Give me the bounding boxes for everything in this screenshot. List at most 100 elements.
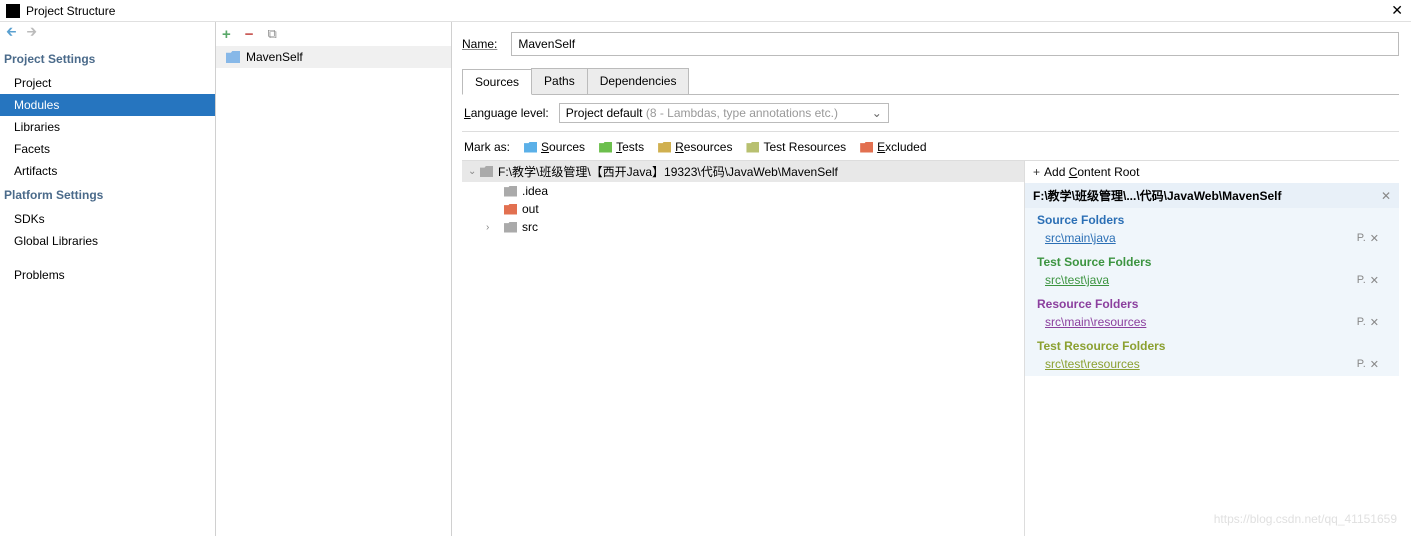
sidebar-toolbar: 🡰 🡲 (0, 22, 215, 46)
collapse-icon[interactable]: ⌄ (468, 166, 480, 177)
folder-section-header: Test Resource Folders (1033, 337, 1391, 355)
module-item-label: MavenSelf (246, 50, 303, 64)
module-name-input[interactable] (511, 32, 1399, 56)
language-level-row: Language level: Project default (8 - Lam… (462, 95, 1399, 132)
folder-section: Resource Folders src\main\resources P. ✕ (1025, 292, 1399, 334)
tree-item-label: src (522, 220, 538, 234)
content-root-row[interactable]: F:\教学\班级管理\...\代码\JavaWeb\MavenSelf ✕ (1025, 183, 1399, 208)
sidebar-item-modules[interactable]: Modules (0, 94, 215, 116)
remove-root-icon[interactable]: ✕ (1381, 189, 1391, 203)
folder-section: Source Folderssrc\main\javaP.✕ (1025, 208, 1399, 250)
mark-resources[interactable]: Resources (658, 140, 732, 154)
plus-icon: + (1033, 165, 1040, 179)
tree-row-src[interactable]: › src (462, 218, 1024, 236)
excluded-icon (860, 142, 873, 153)
folder-icon (504, 186, 517, 197)
tree-root-label: F:\教学\班级管理\【西开Java】19323\代码\JavaWeb\Mave… (498, 163, 838, 180)
name-label: Name: (462, 37, 497, 51)
folder-section: Test Resource Folders src\test\resources P… (1025, 334, 1399, 376)
forward-icon: 🡲 (27, 23, 38, 45)
lang-hint: (8 - Lambdas, type annotations etc.) (646, 106, 838, 120)
chevron-down-icon: ⌄ (872, 106, 882, 120)
tree-item-label: out (522, 202, 539, 216)
add-module-icon[interactable]: + (222, 26, 231, 43)
edit-properties-icon[interactable]: P. (1357, 358, 1366, 371)
edit-properties-icon[interactable]: P. (1357, 232, 1366, 245)
lang-value: Project default (566, 106, 643, 120)
folder-path-label: src\test\resources (1045, 357, 1140, 371)
tree-root-row[interactable]: ⌄ F:\教学\班级管理\【西开Java】19323\代码\JavaWeb\Ma… (462, 161, 1024, 182)
tree-row-out[interactable]: out (462, 200, 1024, 218)
language-level-label: Language level: (464, 106, 549, 120)
folder-section-header: Resource Folders (1033, 295, 1391, 313)
section-header-project: Project Settings (0, 46, 215, 72)
resources-icon (658, 142, 671, 153)
test-resources-icon (746, 142, 759, 153)
remove-folder-icon[interactable]: ✕ (1370, 316, 1379, 329)
folder-path-row[interactable]: src\main\resources P. ✕ (1033, 313, 1391, 331)
edit-properties-icon[interactable]: P. (1357, 274, 1366, 287)
detail-tabs: Sources Paths Dependencies (462, 68, 1399, 95)
sidebar-item-artifacts[interactable]: Artifacts (0, 160, 215, 182)
main-layout: 🡰 🡲 Project Settings Project Modules Lib… (0, 22, 1411, 536)
edit-properties-icon[interactable]: P. (1357, 316, 1366, 329)
folder-path-actions: P. ✕ (1357, 232, 1379, 245)
remove-module-icon[interactable]: − (245, 26, 254, 43)
folder-path-actions: P. ✕ (1357, 358, 1379, 371)
sidebar-item-problems[interactable]: Problems (0, 264, 215, 286)
sources-body: ⌄ F:\教学\班级管理\【西开Java】19323\代码\JavaWeb\Ma… (462, 161, 1399, 536)
folder-path-row[interactable]: src\test\resources P. ✕ (1033, 355, 1391, 373)
mark-as-row: Mark as: Sources Tests Resources Test Re… (462, 132, 1399, 161)
sidebar-item-project[interactable]: Project (0, 72, 215, 94)
folder-icon (504, 222, 517, 233)
mark-as-label: Mark as: (464, 140, 510, 154)
settings-sidebar: 🡰 🡲 Project Settings Project Modules Lib… (0, 22, 216, 536)
tree-row-idea[interactable]: .idea (462, 182, 1024, 200)
folder-path-label: src\test\java (1045, 273, 1109, 287)
tests-icon (599, 142, 612, 153)
folder-path-row[interactable]: src\test\java P. ✕ (1033, 271, 1391, 289)
remove-folder-icon[interactable]: ✕ (1370, 274, 1379, 287)
folder-path-row[interactable]: src\main\javaP.✕ (1033, 229, 1391, 247)
tree-item-label: .idea (522, 184, 548, 198)
expand-icon[interactable]: › (486, 222, 498, 233)
mark-excluded[interactable]: Excluded (860, 140, 926, 154)
remove-folder-icon[interactable]: ✕ (1370, 358, 1379, 371)
module-item-mavenself[interactable]: MavenSelf (216, 46, 451, 68)
name-row: Name: (462, 32, 1399, 56)
mark-test-resources[interactable]: Test Resources (746, 140, 846, 154)
sidebar-item-sdks[interactable]: SDKs (0, 208, 215, 230)
folder-sections: Source Folderssrc\main\javaP.✕Test Sourc… (1025, 208, 1399, 376)
content-root-path: F:\教学\班级管理\...\代码\JavaWeb\MavenSelf (1033, 187, 1282, 204)
sidebar-item-libraries[interactable]: Libraries (0, 116, 215, 138)
module-list-panel: + − ⧉ MavenSelf (216, 22, 452, 536)
folder-icon (480, 166, 493, 177)
tab-sources[interactable]: Sources (462, 69, 532, 95)
folder-path-actions: P. ✕ (1357, 316, 1379, 329)
folder-section-header: Test Source Folders (1033, 253, 1391, 271)
source-tree: ⌄ F:\教学\班级管理\【西开Java】19323\代码\JavaWeb\Ma… (462, 161, 1024, 536)
mark-sources[interactable]: Sources (524, 140, 585, 154)
mark-tests[interactable]: Tests (599, 140, 644, 154)
folder-section-header: Source Folders (1033, 211, 1391, 229)
remove-folder-icon[interactable]: ✕ (1370, 232, 1379, 245)
tab-dependencies[interactable]: Dependencies (587, 68, 690, 94)
folder-icon (504, 204, 517, 215)
window-titlebar: Project Structure ✕ (0, 0, 1411, 22)
sidebar-item-global-libs[interactable]: Global Libraries (0, 230, 215, 252)
module-detail-panel: Name: Sources Paths Dependencies Languag… (452, 22, 1411, 536)
section-header-platform: Platform Settings (0, 182, 215, 208)
close-icon[interactable]: ✕ (1391, 2, 1403, 19)
back-icon[interactable]: 🡰 (6, 23, 17, 45)
content-roots-panel: + Add Content Root F:\教学\班级管理\...\代码\Jav… (1024, 161, 1399, 536)
copy-module-icon[interactable]: ⧉ (268, 26, 277, 42)
add-content-root-button[interactable]: + Add Content Root (1025, 161, 1399, 183)
folder-path-label: src\main\resources (1045, 315, 1146, 329)
tab-paths[interactable]: Paths (531, 68, 588, 94)
sidebar-item-facets[interactable]: Facets (0, 138, 215, 160)
watermark: https://blog.csdn.net/qq_41151659 (1214, 512, 1397, 526)
sources-icon (524, 142, 537, 153)
module-folder-icon (226, 51, 240, 63)
language-level-select[interactable]: Project default (8 - Lambdas, type annot… (559, 103, 889, 123)
window-title: Project Structure (26, 4, 115, 18)
